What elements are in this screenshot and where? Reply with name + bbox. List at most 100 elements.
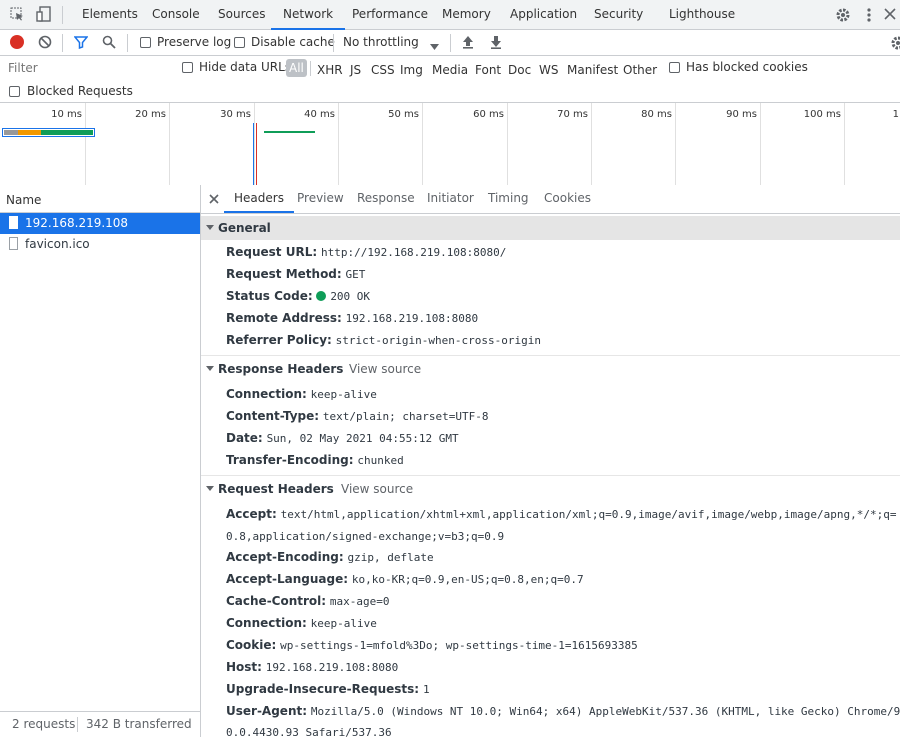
header-row: Referrer Policy: strict-origin-when-cros… bbox=[226, 333, 541, 347]
request-row[interactable]: favicon.ico bbox=[0, 234, 200, 255]
settings-gear-icon[interactable] bbox=[835, 7, 851, 26]
timeline-request-bar bbox=[2, 128, 95, 137]
filter-type-doc[interactable]: Doc bbox=[508, 63, 531, 77]
timeline-load-line bbox=[256, 123, 257, 185]
request-name: favicon.ico bbox=[25, 237, 90, 251]
tab-console[interactable]: Console bbox=[152, 0, 200, 29]
filter-all-button[interactable]: All bbox=[286, 59, 307, 77]
chevron-down-icon[interactable] bbox=[430, 39, 439, 53]
header-row: Accept-Language: ko,ko-KR;q=0.9,en-US;q=… bbox=[226, 572, 584, 586]
section-title: Request Headers bbox=[218, 482, 334, 496]
filter-type-font[interactable]: Font bbox=[475, 63, 501, 77]
tick-label: 1 bbox=[892, 109, 899, 120]
filter-type-manifest[interactable]: Manifest bbox=[567, 63, 618, 77]
tick-label: 40 ms bbox=[304, 109, 335, 120]
triangle-down-icon bbox=[206, 357, 214, 389]
header-row: Accept: text/html,application/xhtml+xml,… bbox=[226, 507, 897, 521]
search-icon[interactable] bbox=[102, 35, 116, 52]
header-row: Cache-Control: max-age=0 bbox=[226, 594, 390, 608]
preserve-log-checkbox[interactable] bbox=[140, 37, 151, 48]
more-options-icon[interactable] bbox=[866, 7, 872, 26]
tick-label: 10 ms bbox=[51, 109, 82, 120]
response-headers-section-header[interactable]: Response Headers View source bbox=[201, 357, 900, 381]
header-row-continuation: 0.0.4430.93 Safari/537.36 bbox=[226, 726, 392, 737]
header-row: Accept-Encoding: gzip, deflate bbox=[226, 550, 434, 564]
tab-performance[interactable]: Performance bbox=[352, 0, 428, 29]
filter-type-img[interactable]: Img bbox=[400, 63, 423, 77]
request-headers-section-header[interactable]: Request Headers View source bbox=[201, 477, 900, 501]
tab-sources[interactable]: Sources bbox=[218, 0, 265, 29]
request-count: 2 requests bbox=[12, 717, 76, 731]
header-row: Date: Sun, 02 May 2021 04:55:12 GMT bbox=[226, 431, 459, 445]
disable-cache-checkbox[interactable] bbox=[234, 37, 245, 48]
header-row: Content-Type: text/plain; charset=UTF-8 bbox=[226, 409, 489, 423]
tick-label: 90 ms bbox=[726, 109, 757, 120]
detail-tab-headers[interactable]: Headers bbox=[224, 185, 294, 213]
status-footer: 2 requests 342 B transferred bbox=[0, 711, 200, 738]
view-source-link[interactable]: View source bbox=[349, 357, 421, 381]
detail-tab-timing[interactable]: Timing bbox=[488, 185, 529, 211]
header-row: Request Method: GET bbox=[226, 267, 366, 281]
blocked-requests-label: Blocked Requests bbox=[27, 84, 133, 98]
filter-input[interactable] bbox=[4, 59, 168, 77]
import-har-icon[interactable] bbox=[462, 35, 474, 52]
throttling-select[interactable]: No throttling bbox=[343, 35, 419, 49]
has-blocked-cookies-label: Has blocked cookies bbox=[686, 60, 808, 74]
filter-type-ws[interactable]: WS bbox=[539, 63, 558, 77]
detail-tab-preview[interactable]: Preview bbox=[297, 185, 344, 211]
close-devtools-icon[interactable] bbox=[884, 8, 896, 23]
filter-type-css[interactable]: CSS bbox=[371, 63, 395, 77]
view-source-link[interactable]: View source bbox=[341, 477, 413, 501]
network-toolbar: Preserve log Disable cache No throttling bbox=[0, 30, 900, 56]
general-section-header[interactable]: General bbox=[201, 216, 900, 240]
tick-label: 100 ms bbox=[803, 109, 841, 120]
export-har-icon[interactable] bbox=[490, 35, 502, 52]
transferred-size: 342 B transferred bbox=[86, 717, 192, 731]
header-row: Host: 192.168.219.108:8080 bbox=[226, 660, 399, 674]
clear-icon[interactable] bbox=[38, 35, 52, 52]
filter-type-js[interactable]: JS bbox=[350, 63, 361, 77]
filter-type-other[interactable]: Other bbox=[623, 63, 657, 77]
tab-lighthouse[interactable]: Lighthouse bbox=[669, 0, 735, 29]
close-detail-icon[interactable] bbox=[209, 193, 219, 207]
request-row-selected[interactable]: 192.168.219.108 bbox=[0, 213, 200, 234]
blocked-requests-checkbox[interactable] bbox=[9, 86, 20, 97]
section-title: General bbox=[218, 221, 271, 235]
header-row: Cookie: wp-settings-1=mfold%3Do; wp-sett… bbox=[226, 638, 638, 652]
hide-data-urls-checkbox[interactable] bbox=[182, 62, 193, 73]
filter-type-media[interactable]: Media bbox=[432, 63, 468, 77]
has-blocked-cookies-checkbox[interactable] bbox=[669, 62, 680, 73]
detail-tab-response[interactable]: Response bbox=[357, 185, 415, 211]
tick-label: 30 ms bbox=[220, 109, 251, 120]
request-list: Name 192.168.219.108 favicon.ico 2 reque… bbox=[0, 185, 201, 738]
detail-tab-cookies[interactable]: Cookies bbox=[544, 185, 591, 211]
detail-tabbar: Headers Preview Response Initiator Timin… bbox=[201, 185, 900, 214]
header-row: Upgrade-Insecure-Requests: 1 bbox=[226, 682, 430, 696]
detail-tab-initiator[interactable]: Initiator bbox=[427, 185, 474, 211]
status-ok-icon bbox=[316, 291, 327, 301]
preserve-log-label: Preserve log bbox=[157, 35, 232, 49]
tab-security[interactable]: Security bbox=[594, 0, 643, 29]
tab-application[interactable]: Application bbox=[510, 0, 577, 29]
tick-label: 60 ms bbox=[473, 109, 504, 120]
tab-memory[interactable]: Memory bbox=[442, 0, 491, 29]
header-row: Transfer-Encoding: chunked bbox=[226, 453, 404, 467]
header-row: Connection: keep-alive bbox=[226, 616, 377, 630]
document-icon bbox=[9, 216, 18, 229]
inspect-element-icon[interactable] bbox=[10, 7, 24, 21]
triangle-down-icon bbox=[206, 477, 214, 509]
network-settings-gear-icon[interactable] bbox=[890, 35, 900, 54]
tab-network[interactable]: Network bbox=[271, 0, 346, 30]
tick-label: 80 ms bbox=[641, 109, 672, 120]
device-toolbar-icon[interactable] bbox=[36, 6, 52, 22]
name-column-header[interactable]: Name bbox=[6, 193, 41, 207]
filter-type-xhr[interactable]: XHR bbox=[317, 63, 343, 77]
header-row: Request URL: http://192.168.219.108:8080… bbox=[226, 245, 507, 259]
filter-icon[interactable] bbox=[73, 35, 89, 52]
network-overview-timeline[interactable]: 10 ms 20 ms 30 ms 40 ms 50 ms 60 ms 70 m… bbox=[0, 103, 900, 186]
request-name: 192.168.219.108 bbox=[25, 216, 129, 230]
disable-cache-label: Disable cache bbox=[251, 35, 335, 49]
request-detail-pane: Headers Preview Response Initiator Timin… bbox=[201, 185, 900, 737]
record-icon[interactable] bbox=[10, 35, 24, 49]
tab-elements[interactable]: Elements bbox=[82, 0, 138, 29]
